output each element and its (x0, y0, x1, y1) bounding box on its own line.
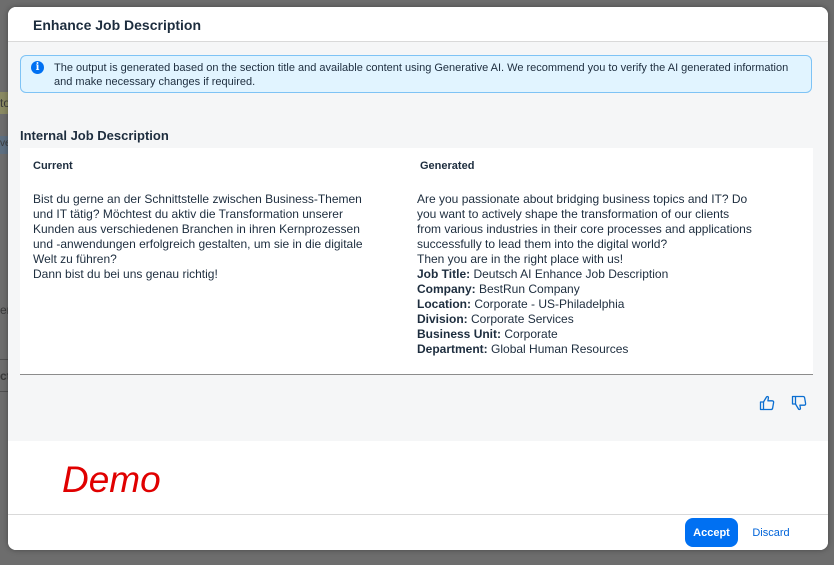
accept-button[interactable]: Accept (685, 518, 738, 547)
dialog-title: Enhance Job Description (33, 17, 202, 33)
dialog-header: Enhance Job Description (8, 7, 828, 42)
generated-text-line: Then you are in the right place with us! (417, 252, 624, 266)
field-value: Corporate Services (467, 312, 574, 326)
department-field: Department: Global Human Resources (417, 342, 752, 357)
dialog-footer: Accept Discard (8, 514, 828, 550)
field-value: BestRun Company (475, 282, 580, 296)
generated-column-header: Generated (420, 160, 475, 172)
field-label: Company: (417, 282, 476, 296)
job-title-field: Job Title: Deutsch AI Enhance Job Descri… (417, 267, 752, 282)
current-text-line: und -anwendungen erfolgreich gestalten, … (33, 237, 363, 251)
field-value: Global Human Resources (487, 342, 629, 356)
current-text-line: Welt zu führen? (33, 252, 117, 266)
current-text-line: Kunden aus verschiedenen Branchen in ihr… (33, 222, 360, 236)
discard-button[interactable]: Discard (743, 518, 799, 547)
generated-text: Are you passionate about bridging busine… (417, 192, 752, 357)
information-icon: i (31, 61, 44, 74)
generated-text-line: you want to actively shape the transform… (417, 207, 730, 221)
current-text-line: und IT tätig? Möchtest du aktiv die Tran… (33, 207, 343, 221)
field-label: Business Unit: (417, 327, 502, 341)
background-divider (0, 359, 8, 360)
location-field: Location: Corporate - US-Philadelphia (417, 297, 752, 312)
current-text-line: Dann bist du bei uns genau richtig! (33, 267, 218, 281)
current-text-line: Bist du gerne an der Schnittstelle zwisc… (33, 192, 362, 206)
comparison-panel: Current Generated Bist du gerne an der S… (20, 148, 813, 375)
thumbs-up-button[interactable] (758, 394, 776, 412)
thumbs-down-button[interactable] (790, 394, 808, 412)
thumbs-up-icon (759, 395, 775, 411)
field-label: Division: (417, 312, 468, 326)
field-label: Department: (417, 342, 488, 356)
thumbs-down-icon (791, 395, 807, 411)
current-text: Bist du gerne an der Schnittstelle zwisc… (33, 192, 363, 282)
company-field: Company: BestRun Company (417, 282, 752, 297)
business-unit-field: Business Unit: Corporate (417, 327, 752, 342)
generated-text-line: successfully to lead them into the digit… (417, 237, 668, 251)
section-title: Internal Job Description (20, 128, 169, 143)
info-message-text: The output is generated based on the sec… (54, 62, 789, 88)
generated-text-line: from various industries in their core pr… (417, 222, 752, 236)
dialog-body: i The output is generated based on the s… (8, 42, 828, 441)
info-message-strip: i The output is generated based on the s… (20, 55, 812, 93)
watermark-area: Demo (8, 441, 828, 515)
field-value: Deutsch AI Enhance Job Description (470, 267, 669, 281)
field-value: Corporate (501, 327, 558, 341)
division-field: Division: Corporate Services (417, 312, 752, 327)
current-column-header: Current (33, 160, 73, 172)
enhance-job-description-dialog: Enhance Job Description i The output is … (8, 7, 828, 550)
field-value: Corporate - US-Philadelphia (471, 297, 625, 311)
generated-text-line: Are you passionate about bridging busine… (417, 192, 748, 206)
field-label: Job Title: (417, 267, 471, 281)
background-divider (0, 391, 8, 392)
demo-watermark: Demo (62, 459, 161, 500)
field-label: Location: (417, 297, 471, 311)
